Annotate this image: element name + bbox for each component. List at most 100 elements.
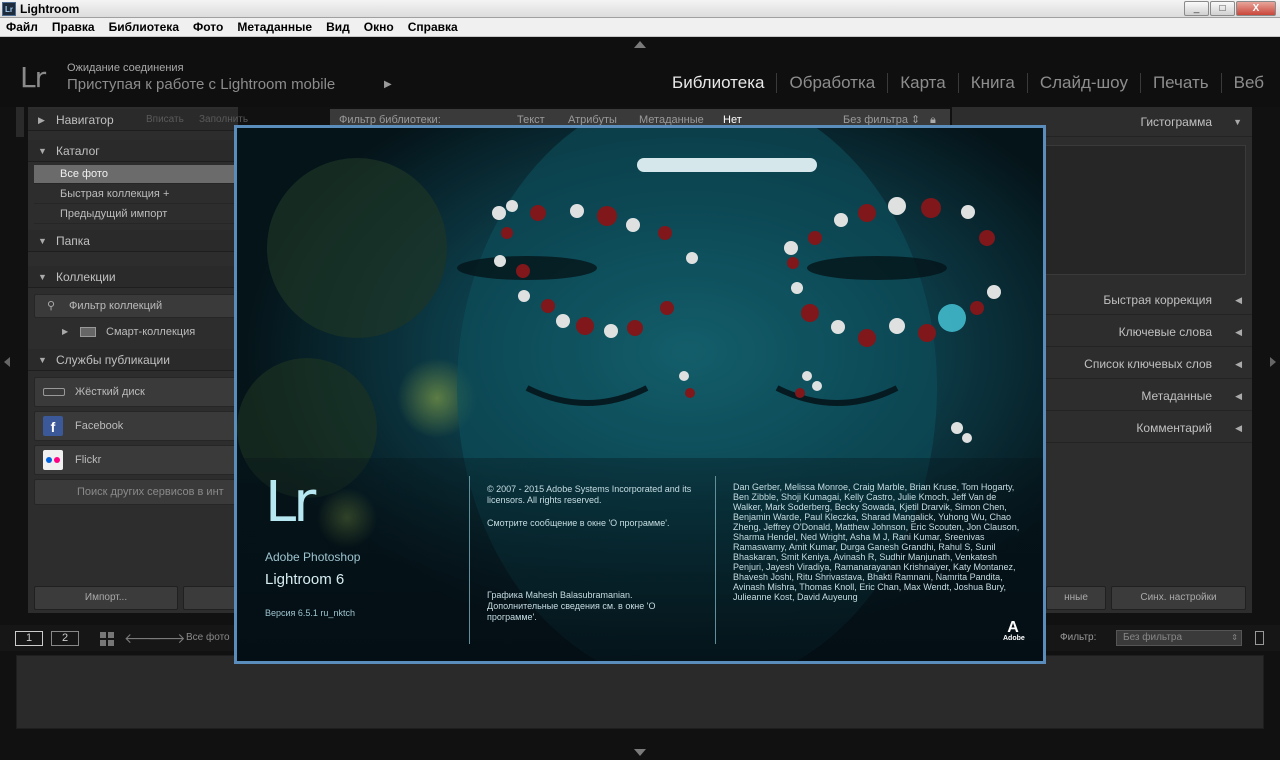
collapse-right-panel-arrow-icon[interactable] — [1270, 357, 1276, 367]
sync-settings-button[interactable]: Синх. настройки — [1111, 586, 1246, 610]
publish-service-facebook[interactable]: f Facebook — [34, 411, 238, 441]
folders-title: Папка — [56, 234, 90, 248]
menu-help[interactable]: Справка — [408, 18, 465, 36]
facebook-label: Facebook — [75, 420, 124, 432]
collapse-filmstrip-arrow-icon[interactable] — [634, 749, 646, 756]
splash-product-name: Lightroom 6 — [265, 571, 345, 588]
comments-title: Комментарий — [1136, 421, 1212, 435]
catalog-item-all-photos[interactable]: Все фото — [34, 165, 238, 184]
splash-divider — [469, 476, 470, 644]
module-print[interactable]: Печать — [1141, 73, 1222, 93]
mobile-status-text: Приступая к работе с Lightroom mobile — [67, 76, 336, 93]
forward-arrow-icon[interactable]: 🡒 — [148, 630, 186, 647]
export-button[interactable] — [183, 586, 236, 610]
collapse-triangle-icon: ▼ — [38, 355, 47, 365]
histogram-title: Гистограмма — [1140, 115, 1212, 129]
hard-drive-label: Жёсткий диск — [75, 386, 145, 398]
splash-version: Версия 6.5.1 ru_nktch — [265, 608, 355, 618]
menu-metadata[interactable]: Метаданные — [237, 18, 319, 36]
collapse-top-panel-arrow-icon[interactable] — [634, 41, 646, 48]
adobe-logo-icon: A Adobe — [1003, 620, 1025, 643]
menu-view[interactable]: Вид — [326, 18, 357, 36]
import-button[interactable]: Импорт... — [34, 586, 178, 610]
menu-window[interactable]: Окно — [364, 18, 401, 36]
module-picker: Библиотека Обработка Карта Книга Слайд-ш… — [660, 73, 1280, 93]
smart-collection-label: Смарт-коллекция — [106, 326, 196, 338]
close-button[interactable]: X — [1236, 1, 1276, 16]
catalog-item-quick-collection[interactable]: Быстрая коллекция + — [34, 185, 238, 204]
navigator-header[interactable]: ▶ Навигатор Вписать Заполнить — [28, 109, 248, 131]
filmstrip-filter-value: Без фильтра — [1123, 632, 1183, 643]
sync-status-text: Ожидание соединения — [67, 62, 184, 74]
catalog-title: Каталог — [56, 144, 100, 158]
adobe-logo-word: Adobe — [1003, 635, 1025, 642]
window-controls: _ □ X — [1184, 1, 1276, 16]
navigator-title: Навигатор — [56, 113, 114, 127]
hard-drive-icon — [43, 388, 65, 396]
collapse-left-panel-arrow-icon[interactable] — [4, 357, 10, 367]
expand-triangle-icon: ◀ — [1235, 327, 1242, 337]
collapse-triangle-icon: ▼ — [38, 236, 47, 246]
sync-metadata-button[interactable]: нные — [1046, 586, 1106, 610]
menu-file[interactable]: Файл — [6, 18, 45, 36]
splash-art-credit: Графика Mahesh Balasubramanian. — [487, 590, 633, 600]
flickr-icon — [43, 450, 63, 470]
publish-service-flickr[interactable]: Flickr — [34, 445, 238, 475]
play-icon[interactable]: ▶ — [384, 79, 392, 90]
folders-header[interactable]: ▼ Папка — [28, 230, 238, 252]
identity-plate-bar: Lr Ожидание соединения Приступая к работ… — [0, 37, 1280, 107]
collection-filter-label: Фильтр коллекций — [69, 300, 163, 312]
lr-identity-logo: Lr — [20, 61, 46, 94]
grid-view-icon[interactable] — [100, 632, 114, 646]
publish-services-title: Службы публикации — [56, 353, 170, 367]
splash-about-note: Смотрите сообщение в окне 'О программе'. — [487, 518, 670, 528]
collection-filter-field[interactable]: ⚲ Фильтр коллекций — [34, 294, 238, 318]
collapse-triangle-icon: ▼ — [38, 272, 47, 282]
filter-lock-switch[interactable] — [1255, 631, 1264, 645]
catalog-item-previous-import[interactable]: Предыдущий импорт — [34, 205, 238, 224]
filmstrip-filter-select[interactable]: Без фильтра ⇕ — [1116, 630, 1242, 646]
filmstrip-source-label[interactable]: Все фото — [186, 632, 230, 643]
find-more-services-button[interactable]: Поиск других сервисов в инт — [34, 479, 238, 505]
collapse-triangle-icon: ▼ — [1233, 117, 1242, 127]
primary-window-button[interactable]: 1 — [15, 631, 43, 646]
secondary-window-button[interactable]: 2 — [51, 631, 79, 646]
lightroom-app-icon: Lr — [2, 2, 16, 16]
smart-collection-icon — [80, 327, 96, 337]
menu-edit[interactable]: Правка — [52, 18, 102, 36]
publish-services-header[interactable]: ▼ Службы публикации — [28, 349, 238, 371]
expand-triangle-icon: ▶ — [62, 327, 69, 336]
collections-title: Коллекции — [56, 270, 116, 284]
expand-triangle-icon: ◀ — [1235, 359, 1242, 369]
zoom-fit-option[interactable]: Вписать — [146, 109, 184, 131]
expand-triangle-icon: ▶ — [38, 115, 45, 125]
menu-library[interactable]: Библиотека — [109, 18, 186, 36]
module-slideshow[interactable]: Слайд-шоу — [1028, 73, 1141, 93]
maximize-button[interactable]: □ — [1210, 1, 1235, 16]
quick-develop-title: Быстрая коррекция — [1103, 293, 1212, 307]
splash-more-info: Дополнительные сведения см. в окне 'О пр… — [487, 601, 656, 622]
menu-photo[interactable]: Фото — [193, 18, 230, 36]
metadata-title: Метаданные — [1141, 389, 1212, 403]
expand-triangle-icon: ◀ — [1235, 423, 1242, 433]
module-develop[interactable]: Обработка — [777, 73, 889, 93]
window-title-bar: Lr Lightroom _ □ X — [0, 0, 1280, 18]
publish-service-hard-drive[interactable]: Жёсткий диск — [34, 377, 238, 407]
smart-collection-row[interactable]: ▶ Смарт-коллекция — [34, 322, 238, 342]
filmstrip — [16, 655, 1264, 729]
catalog-header[interactable]: ▼ Каталог — [28, 140, 238, 162]
module-web[interactable]: Веб — [1222, 73, 1280, 93]
module-map[interactable]: Карта — [888, 73, 959, 93]
window-title: Lightroom — [20, 2, 80, 16]
lightroom-workspace: Lr Ожидание соединения Приступая к работ… — [0, 37, 1280, 760]
expand-triangle-icon: ◀ — [1235, 391, 1242, 401]
splash-copyright: © 2007 - 2015 Adobe Systems Incorporated… — [487, 484, 692, 505]
module-library[interactable]: Библиотека — [660, 73, 778, 93]
minimize-button[interactable]: _ — [1184, 1, 1209, 16]
module-book[interactable]: Книга — [959, 73, 1028, 93]
keywording-title: Ключевые слова — [1118, 325, 1212, 339]
splash-screen: Lr Adobe Photoshop Lightroom 6 Версия 6.… — [234, 125, 1046, 664]
collections-header[interactable]: ▼ Коллекции — [28, 266, 238, 288]
left-panel-edge — [16, 107, 24, 137]
search-icon: ⚲ — [47, 300, 56, 312]
